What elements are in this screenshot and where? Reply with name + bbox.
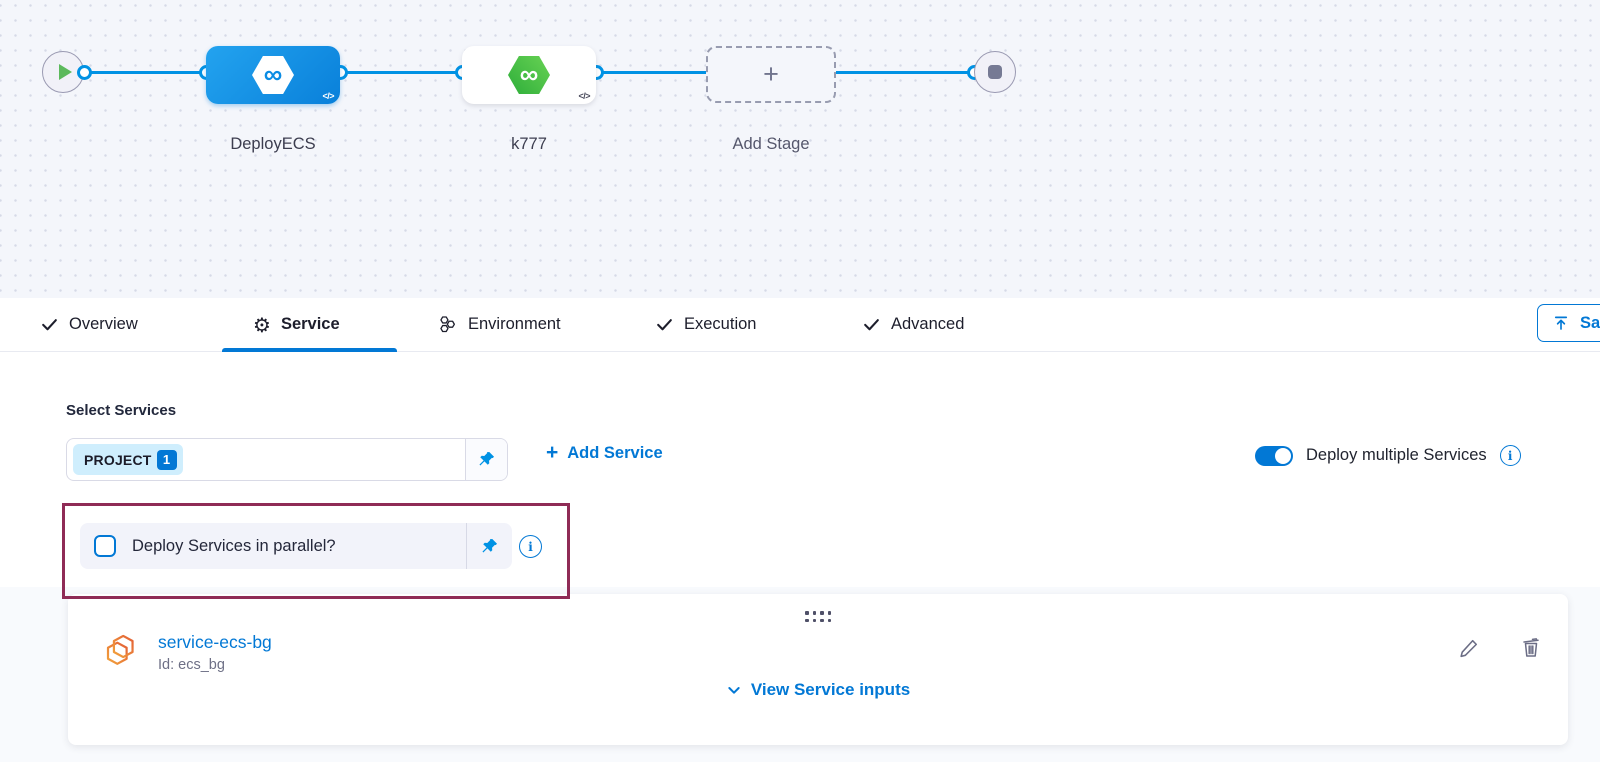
- check-icon: [655, 315, 674, 334]
- stop-icon: [988, 65, 1002, 79]
- chip-zone[interactable]: PROJECT 1: [67, 439, 465, 480]
- plus-icon: +: [763, 59, 779, 90]
- project-scope-chip[interactable]: PROJECT 1: [73, 444, 183, 475]
- pencil-icon: [1457, 635, 1482, 660]
- tab-label: Environment: [468, 315, 561, 334]
- toggle-knob: [1275, 448, 1291, 464]
- deploy-parallel-label: Deploy Services in parallel?: [132, 537, 466, 556]
- service-row: service-ecs-bg Id: ecs_bg: [98, 630, 272, 674]
- add-stage-label: Add Stage: [706, 135, 836, 154]
- pin-toggle-button[interactable]: [466, 523, 512, 569]
- pin-toggle-button[interactable]: [465, 439, 507, 480]
- save-button[interactable]: Save: [1537, 304, 1600, 342]
- upload-icon: [1552, 314, 1570, 332]
- service-select-input[interactable]: PROJECT 1: [66, 438, 508, 481]
- connector-dot: [77, 65, 92, 80]
- infinity-glyph: ∞: [520, 61, 539, 87]
- info-icon[interactable]: i: [519, 535, 542, 558]
- pipeline-canvas[interactable]: ∞ </> ∞ </> + DeployECS k777 Add Stage: [0, 0, 1600, 298]
- infinity-glyph: ∞: [264, 61, 283, 87]
- plus-icon: +: [546, 442, 558, 463]
- info-icon[interactable]: i: [1500, 445, 1521, 466]
- deploy-multiple-toggle[interactable]: [1255, 446, 1293, 466]
- stage-node-deployecs[interactable]: ∞ </>: [206, 46, 340, 104]
- add-stage-button[interactable]: +: [706, 46, 836, 103]
- delete-service-button[interactable]: [1518, 634, 1544, 660]
- harness-cd-icon: ∞: [508, 56, 550, 94]
- deploy-parallel-field: Deploy Services in parallel?: [80, 523, 512, 569]
- service-name-link[interactable]: service-ecs-bg: [158, 632, 272, 653]
- view-service-inputs-link[interactable]: View Service inputs: [68, 680, 1568, 700]
- hexagon-cluster-icon: [437, 314, 458, 335]
- select-services-label: Select Services: [66, 402, 176, 419]
- tab-label: Advanced: [891, 315, 964, 334]
- drag-handle[interactable]: [805, 611, 831, 622]
- trash-icon: [1519, 635, 1543, 659]
- deploy-multiple-row: Deploy multiple Services i: [1255, 445, 1521, 466]
- pin-icon: [480, 537, 499, 556]
- info-glyph: i: [1508, 449, 1513, 463]
- check-icon: [862, 315, 881, 334]
- code-badge-icon: </>: [578, 91, 590, 101]
- add-service-button[interactable]: + Add Service: [546, 444, 663, 463]
- tab-advanced[interactable]: Advanced: [862, 298, 964, 351]
- save-button-label: Save: [1580, 314, 1600, 333]
- stage-node-k777[interactable]: ∞ </>: [462, 46, 596, 104]
- pipeline-studio-screen: ∞ </> ∞ </> + DeployECS k777 Add Stage O…: [0, 0, 1600, 762]
- harness-cd-icon: ∞: [252, 56, 294, 94]
- stage-label-deployecs: DeployECS: [206, 135, 340, 154]
- chip-label: PROJECT: [84, 452, 152, 468]
- tab-execution[interactable]: Execution: [655, 298, 756, 351]
- add-service-label: Add Service: [567, 444, 662, 463]
- stage-config-tabbar: Overview ⚙ Service Environment Execution: [0, 298, 1600, 352]
- pipeline-end-node: [974, 51, 1016, 93]
- service-card: service-ecs-bg Id: ecs_bg: [68, 594, 1568, 745]
- tab-overview[interactable]: Overview: [40, 298, 138, 351]
- gear-icon: ⚙: [253, 315, 271, 335]
- tab-service[interactable]: ⚙ Service: [253, 298, 340, 351]
- chip-count-badge: 1: [157, 450, 177, 470]
- tab-environment[interactable]: Environment: [437, 298, 561, 351]
- service-hexagon-icon: [98, 630, 140, 674]
- chevron-down-icon: [726, 682, 742, 698]
- view-inputs-label: View Service inputs: [751, 680, 910, 700]
- tab-label: Service: [281, 315, 340, 334]
- info-glyph: i: [528, 540, 533, 554]
- check-icon: [40, 315, 59, 334]
- edit-service-button[interactable]: [1456, 634, 1482, 660]
- tab-label: Overview: [69, 315, 138, 334]
- deploy-parallel-checkbox[interactable]: [94, 535, 116, 557]
- deploy-multiple-label: Deploy multiple Services: [1306, 446, 1487, 465]
- code-badge-icon: </>: [322, 91, 334, 101]
- play-icon: [59, 64, 72, 80]
- tab-label: Execution: [684, 315, 756, 334]
- service-id-label: Id: ecs_bg: [158, 657, 272, 673]
- stage-label-k777: k777: [462, 135, 596, 154]
- service-texts: service-ecs-bg Id: ecs_bg: [158, 632, 272, 673]
- pin-icon: [477, 450, 496, 469]
- service-tab-panel: Select Services PROJECT 1 + Add Service …: [0, 352, 1600, 762]
